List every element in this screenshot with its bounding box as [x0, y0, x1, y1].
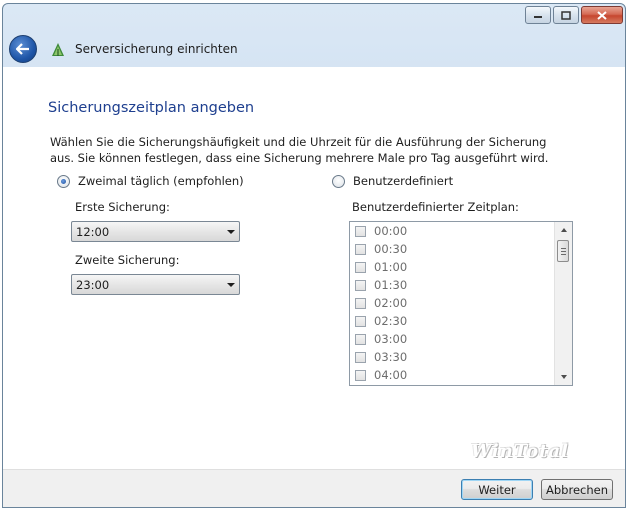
- schedule-time-item[interactable]: 00:00: [350, 222, 554, 240]
- schedule-time-label: 01:30: [374, 278, 408, 292]
- schedule-time-item[interactable]: 02:30: [350, 312, 554, 330]
- first-backup-select[interactable]: 12:00: [71, 221, 240, 242]
- twice-daily-label: Zweimal täglich (empfohlen): [78, 174, 244, 188]
- wizard-header: Serversicherung einrichten: [9, 32, 238, 66]
- schedule-time-label: 04:00: [374, 368, 408, 382]
- schedule-time-label: 03:30: [374, 350, 408, 364]
- schedule-time-label: 02:00: [374, 296, 408, 310]
- scroll-up-button[interactable]: [555, 222, 572, 238]
- scroll-down-button[interactable]: [555, 369, 572, 385]
- twice-daily-radio[interactable]: [57, 174, 70, 188]
- caption-buttons: [525, 6, 623, 24]
- chevron-down-icon: [227, 230, 235, 234]
- second-backup-select[interactable]: 23:00: [71, 274, 240, 295]
- schedule-time-label: 00:30: [374, 242, 408, 256]
- schedule-time-label: 00:00: [374, 224, 408, 238]
- maximize-button[interactable]: [553, 6, 579, 24]
- dialog-window: Serversicherung einrichten Sicherungszei…: [2, 3, 626, 508]
- schedule-time-checkbox[interactable]: [355, 369, 366, 381]
- cancel-button[interactable]: Abbrechen: [541, 479, 613, 500]
- second-backup-label: Zweite Sicherung:: [75, 253, 180, 267]
- custom-option[interactable]: Benutzerdefiniert: [332, 174, 453, 188]
- schedule-time-item[interactable]: 04:00: [350, 366, 554, 384]
- chevron-down-icon: [227, 283, 235, 287]
- custom-schedule-label: Benutzerdefinierter Zeitplan:: [352, 200, 519, 214]
- page-description: Wählen Sie die Sicherungshäufigkeit und …: [50, 135, 549, 165]
- first-backup-value: 12:00: [76, 225, 110, 239]
- schedule-time-checkbox[interactable]: [355, 351, 366, 363]
- schedule-time-label: 01:00: [374, 260, 408, 274]
- wizard-footer: Weiter Abbrechen: [3, 469, 625, 507]
- schedule-time-checkbox[interactable]: [355, 297, 366, 309]
- window-title: Serversicherung einrichten: [75, 42, 238, 56]
- close-icon: [597, 10, 607, 20]
- schedule-time-label: 03:00: [374, 332, 408, 346]
- grip-line: [561, 254, 566, 255]
- minimize-icon: [534, 16, 542, 18]
- arrow-up-icon: [560, 228, 567, 232]
- schedule-time-checkbox[interactable]: [355, 261, 366, 273]
- custom-radio[interactable]: [332, 174, 345, 188]
- schedule-time-label: 02:30: [374, 314, 408, 328]
- server-backup-icon: [52, 43, 64, 56]
- close-button[interactable]: [581, 6, 623, 24]
- second-backup-value: 23:00: [76, 278, 110, 292]
- grip-line: [561, 251, 566, 252]
- first-backup-label: Erste Sicherung:: [75, 200, 170, 214]
- vertical-scrollbar[interactable]: [554, 222, 572, 385]
- schedule-time-checkbox[interactable]: [355, 315, 366, 327]
- schedule-time-item[interactable]: 03:30: [350, 348, 554, 366]
- next-button[interactable]: Weiter: [461, 479, 533, 500]
- twice-daily-option[interactable]: Zweimal täglich (empfohlen): [57, 174, 244, 188]
- page-title: Sicherungszeitplan angeben: [48, 100, 255, 116]
- schedule-time-item[interactable]: 00:30: [350, 240, 554, 258]
- schedule-time-item[interactable]: 03:00: [350, 330, 554, 348]
- back-arrow-icon: [16, 43, 29, 55]
- minimize-button[interactable]: [525, 6, 551, 24]
- schedule-time-checkbox[interactable]: [355, 225, 366, 237]
- scrollbar-thumb[interactable]: [557, 240, 569, 262]
- back-button[interactable]: [9, 35, 37, 63]
- maximize-icon: [561, 10, 571, 20]
- schedule-time-item[interactable]: 01:30: [350, 276, 554, 294]
- schedule-time-item[interactable]: 02:00: [350, 294, 554, 312]
- watermark: WinTotal: [471, 441, 569, 462]
- custom-label: Benutzerdefiniert: [353, 174, 454, 188]
- schedule-time-checkbox[interactable]: [355, 333, 366, 345]
- schedule-items: 00:00 00:30 01:00 01:30 02:00 02:30 03:00 03:30…: [350, 222, 554, 384]
- custom-schedule-list[interactable]: 00:00 00:30 01:00 01:30 02:00 02:30 03:00 03:30…: [349, 221, 573, 386]
- schedule-time-checkbox[interactable]: [355, 279, 366, 291]
- schedule-time-item[interactable]: 01:00: [350, 258, 554, 276]
- schedule-time-checkbox[interactable]: [355, 243, 366, 255]
- grip-line: [561, 248, 566, 249]
- wizard-content: Sicherungszeitplan angeben Wählen Sie di…: [3, 67, 625, 507]
- arrow-down-icon: [560, 375, 567, 379]
